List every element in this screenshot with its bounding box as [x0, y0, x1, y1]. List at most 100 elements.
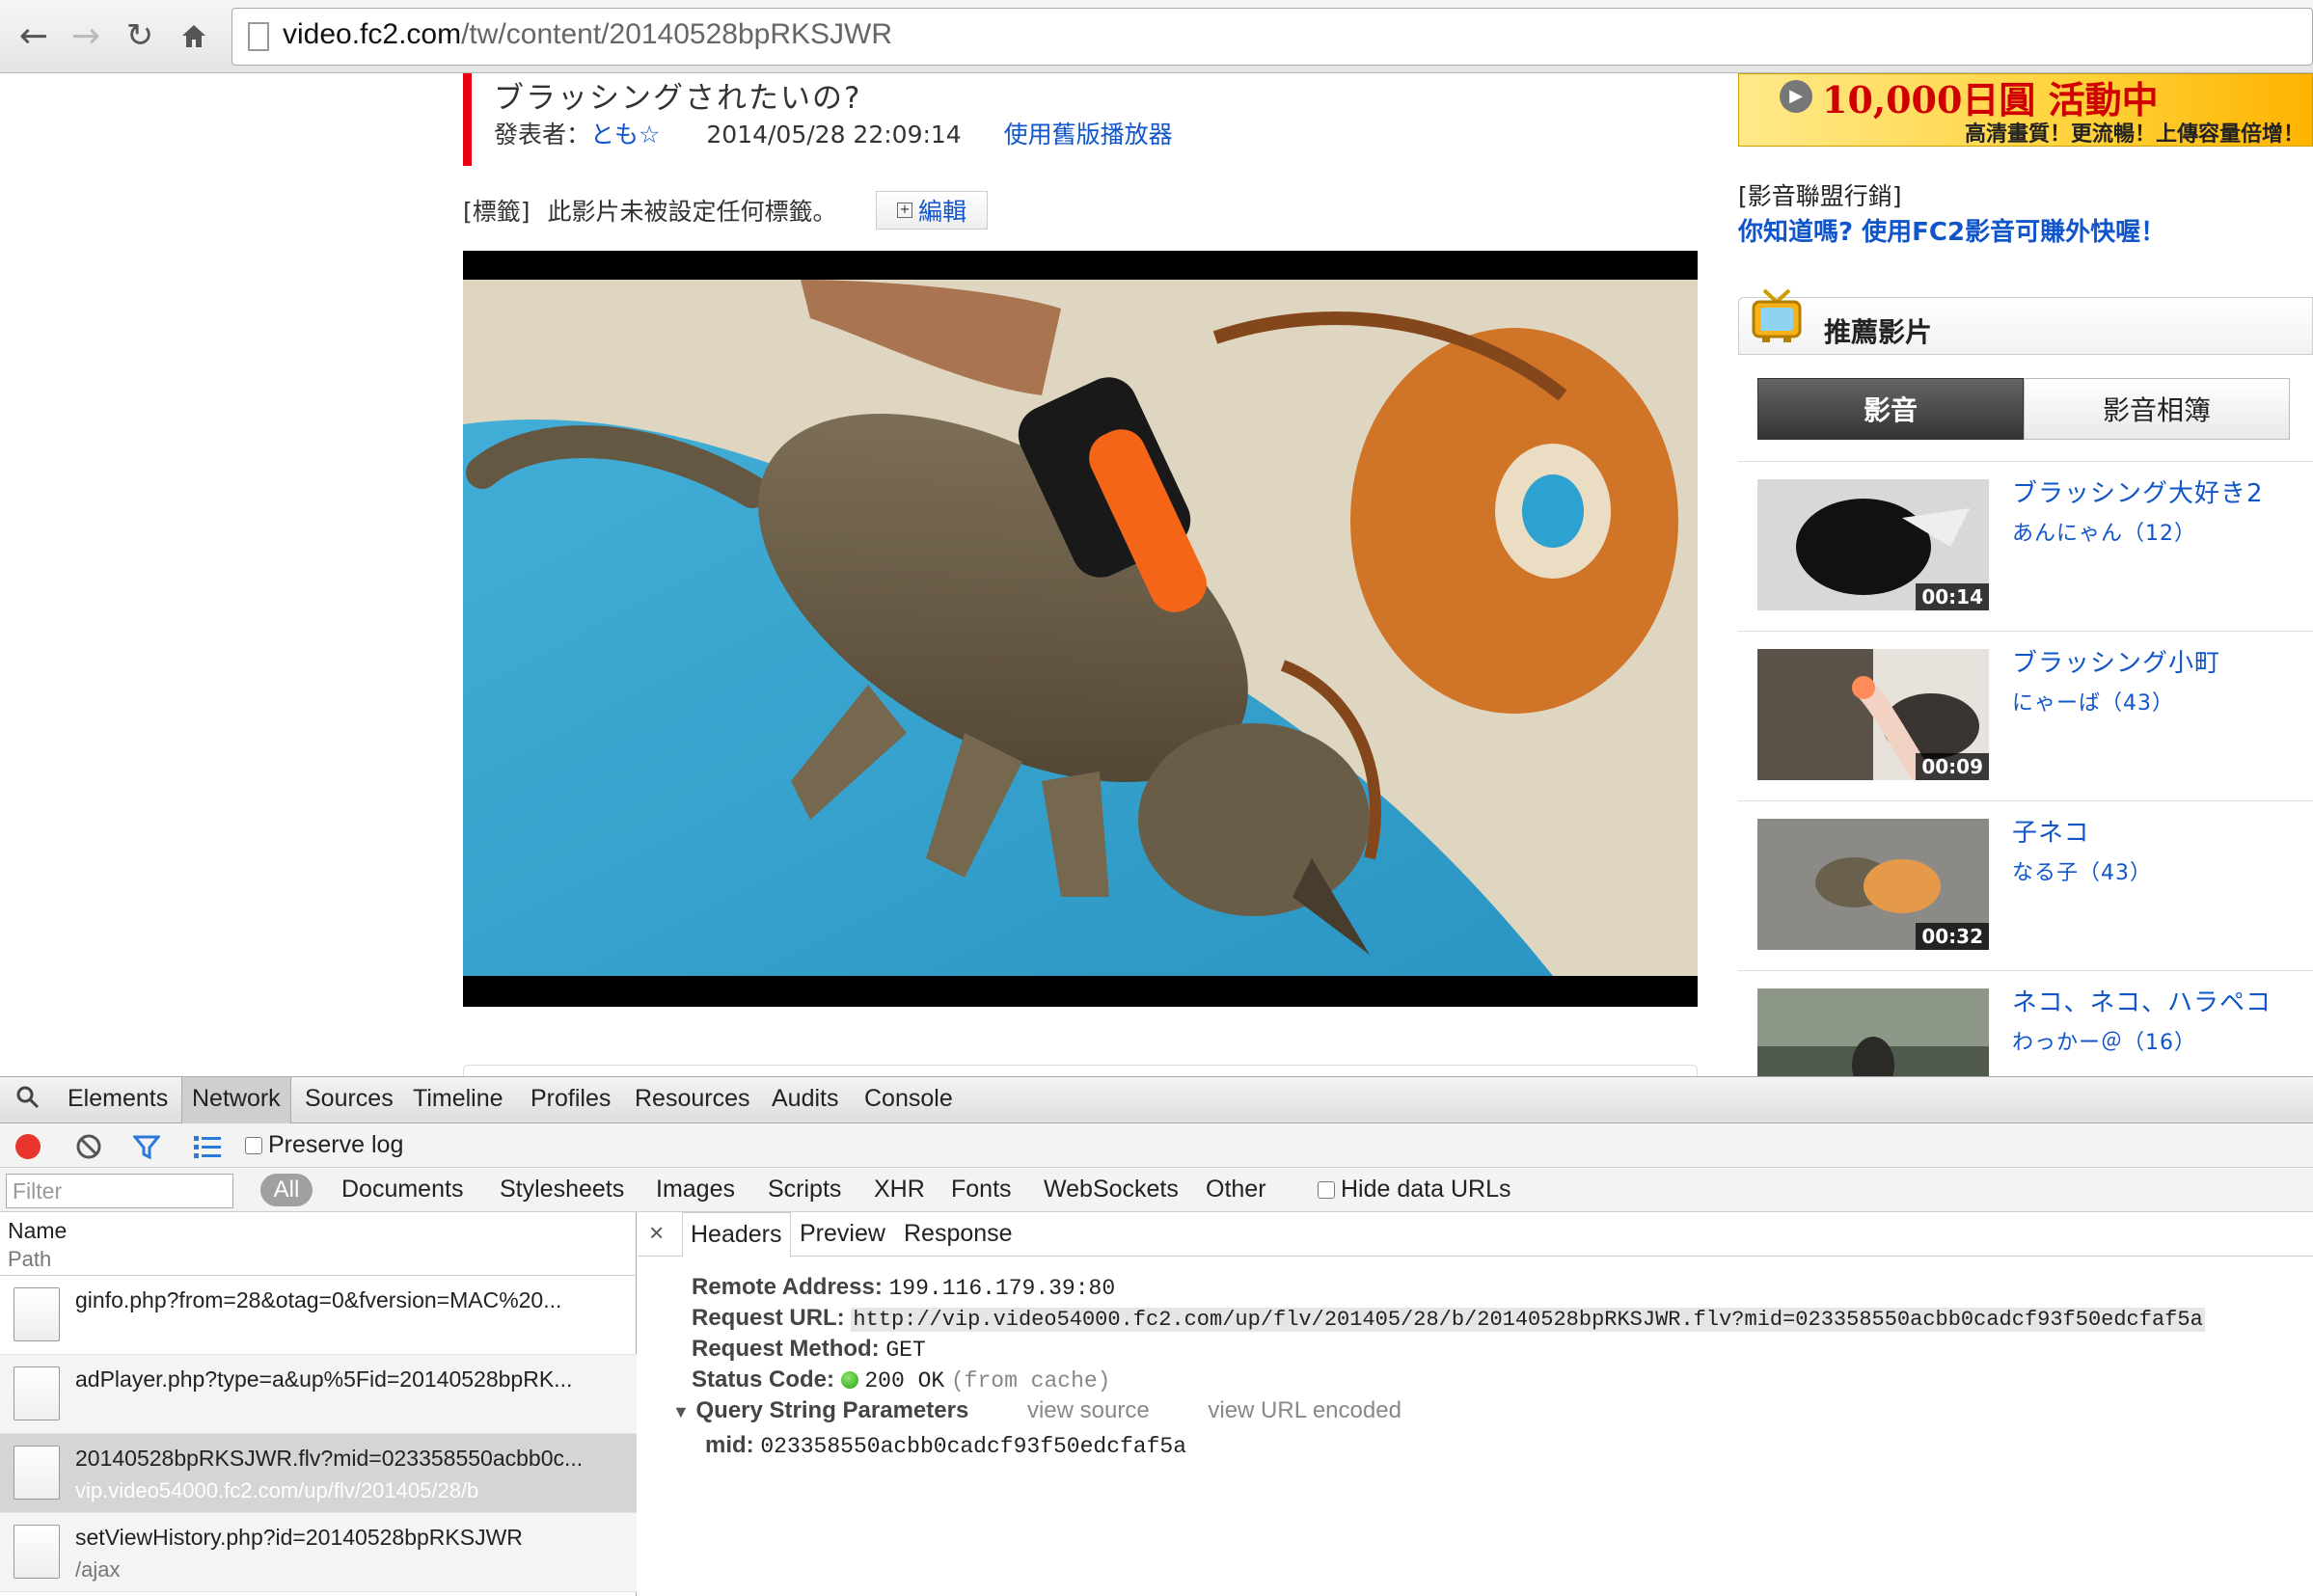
request-url-value[interactable]: http://vip.video54000.fc2.com/up/flv/201…: [851, 1308, 2205, 1332]
view-url-encoded-link[interactable]: view URL encoded: [1208, 1397, 1401, 1423]
tab-timeline[interactable]: Timeline: [413, 1085, 503, 1113]
recommended-video-item[interactable]: 00:09 ブラッシング小町 にゃーば（43）: [1738, 631, 2313, 800]
query-param-row: mid: 023358550acbb0cadcf93f50edcfaf5a: [705, 1432, 1186, 1459]
video-thumbnail[interactable]: 00:09: [1757, 649, 1989, 780]
home-icon[interactable]: [172, 14, 216, 58]
edit-tags-button[interactable]: + 編輯: [876, 191, 988, 230]
filter-xhr[interactable]: XHR: [874, 1176, 925, 1204]
filter-websockets[interactable]: WebSockets: [1044, 1176, 1179, 1204]
filter-icon[interactable]: [131, 1133, 162, 1165]
video-thumbnail[interactable]: 00:14: [1757, 479, 1989, 610]
view-source-link[interactable]: view source: [1027, 1397, 1150, 1423]
tab-response[interactable]: Response: [904, 1220, 1013, 1248]
tab-elements[interactable]: Elements: [68, 1085, 168, 1113]
recommended-video-item[interactable]: ネコ、ネコ、ハラペコ わっかー＠（16）: [1738, 970, 2313, 1076]
devtools-tab-bar: Elements Network Sources Timeline Profil…: [0, 1077, 2313, 1123]
old-player-link[interactable]: 使用舊版播放器: [1004, 121, 1173, 149]
video-title-link[interactable]: 子ネコ: [2012, 813, 2089, 849]
video-user-link[interactable]: にゃーば（43）: [2012, 686, 2174, 717]
query-section-title: Query String Parameters: [695, 1397, 969, 1423]
filter-stylesheets[interactable]: Stylesheets: [500, 1176, 624, 1204]
preserve-log-checkbox[interactable]: Preserve log: [245, 1131, 403, 1159]
request-path: vip.video54000.fc2.com/up/flv/201405/28/…: [75, 1478, 479, 1502]
video-user-link[interactable]: あんにゃん（12）: [2012, 516, 2196, 547]
filter-scripts[interactable]: Scripts: [768, 1176, 841, 1204]
video-title-link[interactable]: ネコ、ネコ、ハラペコ: [2012, 983, 2272, 1018]
video-duration: 00:09: [1916, 753, 1989, 780]
file-icon: [14, 1287, 60, 1341]
filter-input[interactable]: Filter: [6, 1174, 233, 1208]
network-toolbar: Preserve log: [0, 1123, 2313, 1168]
filter-fonts[interactable]: Fonts: [951, 1176, 1012, 1204]
tab-video-albums[interactable]: 影音相簿: [2024, 378, 2290, 440]
recommended-video-item[interactable]: 00:14 ブラッシング大好き2 あんにゃん（12）: [1738, 461, 2313, 631]
video-meta: 發表者：とも☆ 2014/05/28 22:09:14 使用舊版播放器: [494, 116, 1173, 150]
video-thumbnail[interactable]: 00:32: [1757, 819, 1989, 950]
devtools-panel: Elements Network Sources Timeline Profil…: [0, 1076, 2313, 1596]
filter-documents[interactable]: Documents: [341, 1176, 463, 1204]
tab-videos[interactable]: 影音: [1757, 378, 2024, 440]
filter-all-button[interactable]: All: [260, 1174, 313, 1206]
filter-images[interactable]: Images: [656, 1176, 735, 1204]
address-bar[interactable]: video.fc2.com/tw/content/20140528bpRKSJW…: [231, 8, 2313, 66]
request-row-selected[interactable]: 20140528bpRKSJWR.flv?mid=023358550acbb0c…: [0, 1434, 637, 1513]
large-rows-icon[interactable]: [193, 1133, 222, 1165]
search-icon[interactable]: [15, 1085, 41, 1117]
video-user-link[interactable]: なる子（43）: [2012, 855, 2152, 886]
query-string-section[interactable]: ▼ Query String Parameters view source vi…: [672, 1397, 1401, 1424]
request-method-label: Request Method:: [692, 1336, 880, 1362]
tab-headers[interactable]: Headers: [682, 1212, 791, 1258]
tab-resources[interactable]: Resources: [635, 1085, 750, 1113]
video-title-link[interactable]: ブラッシング大好き2: [2012, 473, 2264, 509]
preserve-log-label: Preserve log: [268, 1131, 404, 1158]
tab-preview[interactable]: Preview: [800, 1220, 885, 1248]
hide-data-urls-label: Hide data URLs: [1341, 1176, 1511, 1203]
video-title-link[interactable]: ブラッシング小町: [2012, 643, 2220, 679]
request-row[interactable]: setViewHistory.php?id=20140528bpRKSJWR /…: [0, 1513, 637, 1592]
tags-text: 此影片未被設定任何標籤。: [547, 198, 837, 226]
details-tab-bar: × Headers Preview Response: [638, 1212, 2313, 1258]
filter-other[interactable]: Other: [1206, 1176, 1266, 1204]
request-name: adPlayer.php?type=a&up%5Fid=20140528bpRK…: [75, 1366, 573, 1392]
close-icon[interactable]: ×: [649, 1218, 664, 1248]
tab-network[interactable]: Network: [181, 1077, 291, 1123]
hide-data-urls-checkbox[interactable]: Hide data URLs: [1318, 1176, 1510, 1204]
back-arrow-icon[interactable]: ←: [12, 14, 56, 58]
ad-banner[interactable]: ▶ 10,000日圓 活動中 高清畫質！更流暢！上傳容量倍增！: [1738, 73, 2313, 147]
tags-label: [標籤]: [463, 198, 531, 226]
web-page: ブラッシングされたいの? 發表者：とも☆ 2014/05/28 22:09:14…: [0, 73, 2313, 1076]
column-path: Path: [8, 1247, 52, 1271]
status-code-value: 200 OK: [864, 1368, 945, 1393]
request-list: Name Path ginfo.php?from=28&otag=0&fvers…: [0, 1212, 637, 1596]
file-icon: [14, 1366, 60, 1420]
request-row[interactable]: adPlayer.php?type=a&up%5Fid=20140528bpRK…: [0, 1355, 637, 1434]
video-title: ブラッシングされたいの?: [494, 81, 862, 116]
column-name[interactable]: Name: [8, 1218, 67, 1244]
recommended-video-item[interactable]: 00:32 子ネコ なる子（43）: [1738, 800, 2313, 970]
tab-sources[interactable]: Sources: [305, 1085, 394, 1113]
browser-toolbar: ← → ↻ video.fc2.com/tw/content/20140528b…: [0, 0, 2313, 73]
tab-profiles[interactable]: Profiles: [531, 1085, 611, 1113]
video-thumbnail[interactable]: [1757, 988, 1989, 1076]
tab-console[interactable]: Console: [864, 1085, 953, 1113]
forward-arrow-icon[interactable]: →: [64, 14, 108, 58]
affiliate-link[interactable]: 你知道嗎? 使用FC2影音可賺外快喔！: [1738, 212, 2165, 248]
reload-icon[interactable]: ↻: [118, 14, 162, 58]
param-value: 023358550acbb0cadcf93f50edcfaf5a: [760, 1434, 1187, 1459]
clear-icon[interactable]: [75, 1133, 102, 1165]
request-row[interactable]: ginfo.php?from=28&otag=0&fversion=MAC%20…: [0, 1276, 637, 1355]
video-player[interactable]: [463, 251, 1698, 1007]
request-name: ginfo.php?from=28&otag=0&fversion=MAC%20…: [75, 1287, 562, 1312]
record-icon[interactable]: [15, 1134, 41, 1159]
request-list-header[interactable]: Name Path: [0, 1212, 637, 1276]
checkbox-icon[interactable]: [1318, 1181, 1335, 1199]
affiliate-label: [影音聯盟行銷]: [1738, 182, 1902, 210]
url-text[interactable]: video.fc2.com/tw/content/20140528bpRKSJW…: [283, 18, 892, 51]
ad-subline: 高清畫質！更流暢！上傳容量倍增！: [1964, 122, 2304, 147]
checkbox-icon[interactable]: [245, 1137, 262, 1154]
triangle-down-icon[interactable]: ▼: [672, 1402, 690, 1421]
tab-audits[interactable]: Audits: [772, 1085, 838, 1113]
publisher-link[interactable]: とも☆: [590, 121, 660, 149]
video-user-link[interactable]: わっかー＠（16）: [2012, 1025, 2196, 1056]
video-frame[interactable]: [463, 280, 1698, 976]
